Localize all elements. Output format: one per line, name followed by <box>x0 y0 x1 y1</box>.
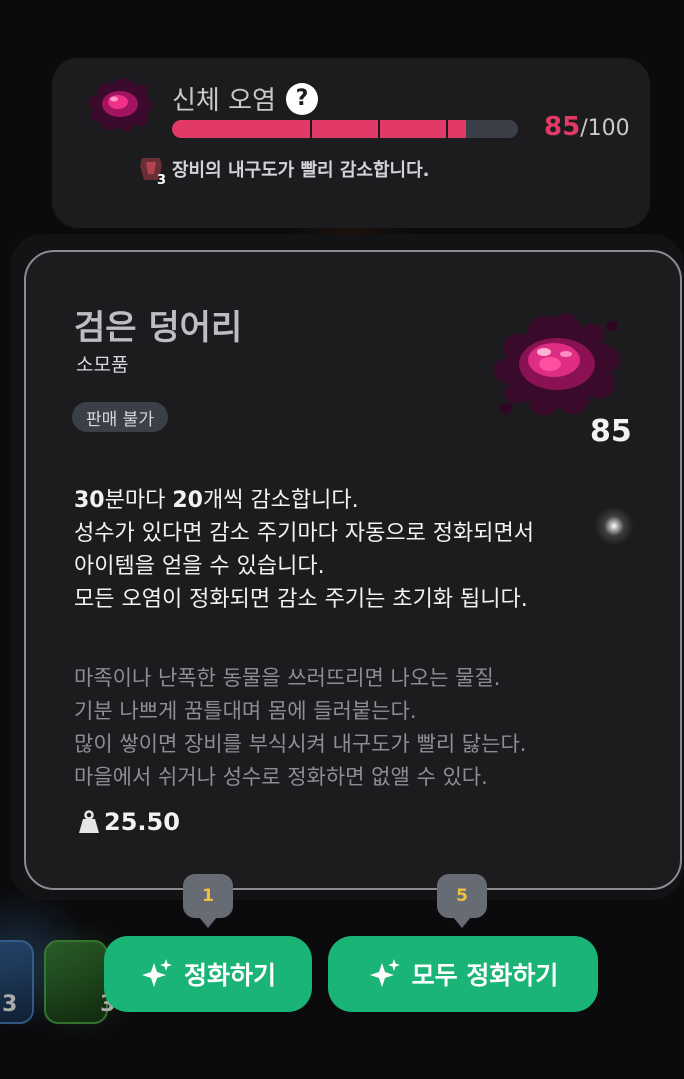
contamination-count: 85/100 <box>544 112 630 142</box>
effect-row: 3 장비의 내구도가 빨리 감소합니다. <box>138 154 430 188</box>
black-blob-icon <box>88 77 153 132</box>
contamination-max: /100 <box>580 116 630 141</box>
contamination-progress-bar <box>172 120 518 138</box>
item-weight: 25.50 <box>78 808 180 836</box>
contamination-current: 85 <box>544 112 581 142</box>
purify-button[interactable]: 정화하기 <box>104 936 312 1012</box>
sparkle-icon <box>141 959 172 987</box>
lore-line: 마을에서 쉬거나 성수로 정화하면 없앨 수 있다. <box>74 765 488 789</box>
purify-label: 정화하기 <box>183 961 276 990</box>
item-lore: 마족이나 난폭한 동물을 쓰러뜨리면 나오는 물질. 기분 나쁘게 꿈틀대며 몸… <box>74 662 654 794</box>
effect-text: 장비의 내구도가 빨리 감소합니다. <box>172 160 430 181</box>
desc-line: 모든 오염이 정화되면 감소 주기는 초기화 됩니다. <box>74 587 528 612</box>
desc-text: 개씩 감소합니다. <box>202 488 359 513</box>
item-name: 검은 덩어리 <box>74 308 243 348</box>
item-type: 소모품 <box>76 354 129 376</box>
purify-cost-badge: 1 <box>183 874 233 928</box>
item-detail-card: 검은 덩어리 소모품 판매 불가 85 30분마다 20개씩 감소합니다. 성수… <box>24 250 682 890</box>
contamination-status-card: 신체 오염 ? 85/100 3 장비의 내구도가 빨리 감소합니다. <box>52 58 650 228</box>
weight-icon <box>79 810 99 833</box>
item-description: 30분마다 20개씩 감소합니다. 성수가 있다면 감소 주기마다 자동으로 정… <box>74 484 654 616</box>
armor-damage-icon: 3 <box>138 154 166 188</box>
status-title-text: 신체 오염 <box>172 86 276 116</box>
purify-all-cost-badge: 5 <box>437 874 487 928</box>
contamination-progress-fill <box>172 120 467 138</box>
inventory-slot-count: 3 <box>2 992 18 1017</box>
status-title: 신체 오염 ? <box>172 80 318 117</box>
inventory-slot-icon[interactable] <box>44 940 108 1024</box>
purify-all-button[interactable]: 모두 정화하기 <box>328 936 598 1012</box>
item-count: 85 <box>590 414 632 449</box>
decay-amount: 20 <box>172 488 203 513</box>
lore-line: 마족이나 난폭한 동물을 쓰러뜨리면 나오는 물질. <box>74 666 501 690</box>
sparkle-icon <box>369 959 400 987</box>
desc-line: 성수가 있다면 감소 주기마다 자동으로 정화되면서 <box>74 521 535 546</box>
weight-value: 25.50 <box>104 808 180 836</box>
question-icon[interactable]: ? <box>285 82 318 115</box>
lore-line: 기분 나쁘게 꿈틀대며 몸에 들러붙는다. <box>74 699 417 723</box>
effect-level: 3 <box>156 173 166 188</box>
decay-interval-minutes: 30 <box>74 488 105 513</box>
lore-line: 많이 쌓이면 장비를 부식시켜 내구도가 빨리 닳는다. <box>74 732 527 756</box>
black-blob-icon <box>493 313 621 416</box>
desc-line: 아이템을 얻을 수 있습니다. <box>74 554 325 579</box>
purify-all-label: 모두 정화하기 <box>411 961 559 990</box>
desc-text: 분마다 <box>104 488 173 513</box>
sparkle-effect <box>594 506 634 546</box>
unsellable-tag: 판매 불가 <box>72 402 168 432</box>
